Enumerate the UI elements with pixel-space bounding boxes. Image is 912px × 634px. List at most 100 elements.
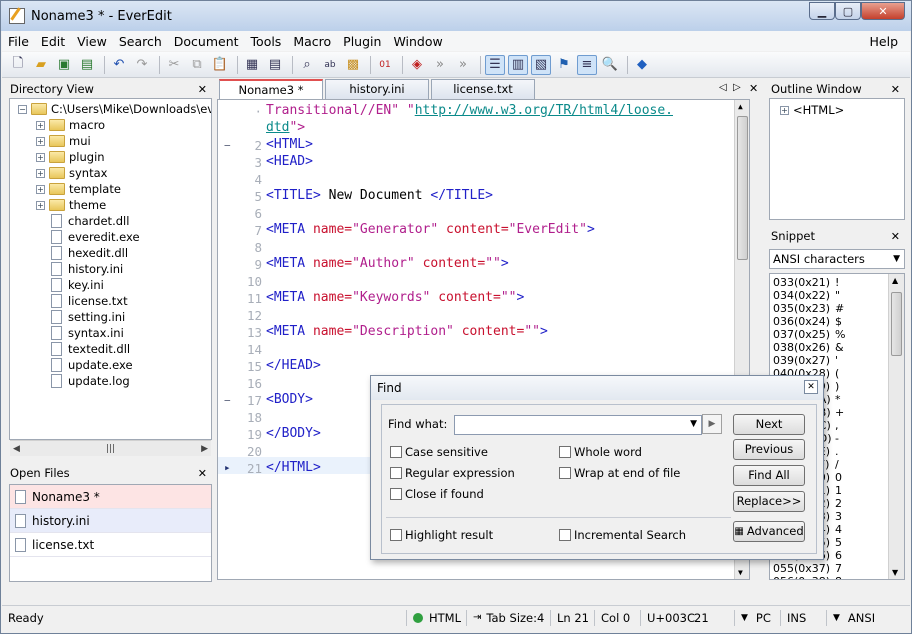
hex-icon[interactable]: 01 (375, 55, 395, 75)
tree-file[interactable]: setting.ini (48, 309, 125, 325)
tab-license-txt[interactable]: license.txt (431, 79, 535, 99)
snippet-category-select[interactable]: ANSI characters ▼ (769, 249, 905, 269)
menu-macro[interactable]: Macro (287, 34, 337, 49)
tree-folder[interactable]: + theme (36, 197, 106, 213)
cut-icon[interactable]: ✂ (164, 55, 184, 75)
previous-button[interactable]: Previous (733, 439, 805, 460)
scroll-up-icon[interactable]: ▲ (892, 276, 898, 285)
expand-icon[interactable]: + (36, 152, 45, 162)
menu-view[interactable]: View (71, 34, 113, 49)
replace-button[interactable]: Replace>> (733, 491, 805, 512)
next-button[interactable]: Next (733, 414, 805, 435)
menu-plugin[interactable]: Plugin (337, 34, 387, 49)
open-file-item[interactable]: Noname3 * (10, 485, 211, 509)
menu-edit[interactable]: Edit (35, 34, 71, 49)
snippet-row[interactable]: 055(0x37) 7 (773, 562, 842, 575)
print-icon[interactable]: ▤ (265, 55, 285, 75)
case-sensitive-checkbox[interactable]: Case sensitive (390, 445, 488, 459)
tree-file[interactable]: history.ini (48, 261, 123, 277)
tree-file[interactable]: hexedit.dll (48, 245, 128, 261)
checkbox-box[interactable] (559, 467, 571, 479)
find-history-arrow-icon[interactable]: ▶ (702, 414, 722, 434)
snippet-row[interactable]: 036(0x24) $ (773, 315, 842, 328)
menu-window[interactable]: Window (387, 34, 448, 49)
status-eol[interactable]: ▼ PC (734, 610, 771, 626)
scroll-down-icon[interactable]: ▼ (892, 568, 898, 577)
print-preview-icon[interactable]: ▦ (242, 55, 262, 75)
snippet-row[interactable]: 035(0x23) # (773, 302, 844, 315)
replace-icon[interactable]: ab (320, 55, 340, 75)
chevron-down-icon[interactable]: ▼ (690, 419, 697, 429)
status-tab-size[interactable]: ⇥ Tab Size:4 (466, 610, 544, 626)
checkbox-box[interactable] (559, 446, 571, 458)
tab-noname3[interactable]: Noname3 * (219, 79, 323, 99)
expand-icon[interactable]: + (36, 200, 45, 210)
directory-tree[interactable]: − C:\Users\Mike\Downloads\everedit + macro… (9, 98, 212, 440)
checkbox-box[interactable] (390, 488, 402, 500)
tree-file[interactable]: textedit.dll (48, 341, 130, 357)
tree-file[interactable]: key.ini (48, 277, 104, 293)
tree-file[interactable]: syntax.ini (48, 325, 124, 341)
snippet-row[interactable]: 037(0x25)% (773, 328, 845, 341)
outline-view-icon[interactable]: ▥ (508, 54, 528, 75)
copy-icon[interactable]: ⧉ (187, 55, 207, 75)
find-all-button[interactable]: Find All (733, 465, 805, 486)
paste-icon[interactable]: 📋 (210, 55, 230, 75)
tree-file[interactable]: update.exe (48, 357, 133, 373)
directory-close-icon[interactable]: ✕ (198, 83, 207, 96)
tree-folder[interactable]: + syntax (36, 165, 107, 181)
checkbox-box[interactable] (390, 467, 402, 479)
snippet-scroll-thumb[interactable] (891, 292, 902, 356)
maximize-button[interactable]: ▢ (835, 2, 861, 20)
checkbox-box[interactable] (390, 529, 402, 541)
scroll-up-icon[interactable]: ▲ (738, 102, 743, 111)
outline-tree[interactable]: + <HTML> (769, 98, 905, 220)
tree-folder[interactable]: + template (36, 181, 121, 197)
scroll-left-icon[interactable]: ◀ (13, 444, 20, 454)
snippet-row[interactable]: 033(0x21)! (773, 276, 839, 289)
scroll-right-icon[interactable]: ▶ (201, 444, 208, 454)
tab-close-icon[interactable]: ✕ (749, 82, 758, 95)
bookmark-icon[interactable]: ⚑ (554, 55, 574, 75)
menu-help[interactable]: Help (864, 34, 905, 49)
save-icon[interactable]: ▣ (54, 55, 74, 75)
open-files-close-icon[interactable]: ✕ (198, 467, 207, 480)
snippet-row[interactable]: 056(0x38) 8 (773, 575, 842, 579)
snippet-view-icon[interactable]: ▧ (531, 54, 551, 75)
expand-icon[interactable]: + (780, 105, 789, 115)
tab-scroll-left-icon[interactable]: ◁ (719, 82, 727, 93)
snippet-vscrollbar[interactable]: ▲ ▼ (888, 274, 904, 579)
menu-file[interactable]: File (2, 34, 35, 49)
tab-scroll-right-icon[interactable]: ▷ (733, 82, 741, 93)
expand-icon[interactable]: + (36, 168, 45, 178)
scroll-grip-icon[interactable]: ||| (106, 444, 115, 454)
tree-file[interactable]: update.log (48, 373, 130, 389)
whole-word-checkbox[interactable]: Whole word (559, 445, 642, 459)
menu-search[interactable]: Search (113, 34, 168, 49)
directory-hscrollbar[interactable]: ◀ ||| ▶ (10, 440, 211, 456)
tab-history-ini[interactable]: history.ini (325, 79, 429, 99)
highlight-checkbox[interactable]: Highlight result (390, 528, 493, 542)
snippet-row[interactable]: 038(0x26) & (773, 341, 844, 354)
outline-close-icon[interactable]: ✕ (891, 83, 900, 96)
tree-file[interactable]: license.txt (48, 293, 128, 309)
incremental-search-checkbox[interactable]: Incremental Search (559, 528, 686, 542)
outline-node[interactable]: + <HTML> (780, 102, 844, 118)
word-wrap-icon[interactable]: ≡ (577, 54, 597, 75)
title-bar[interactable]: Noname3 * - EverEdit ▁ ▢ ✕ (1, 1, 911, 31)
menu-document[interactable]: Document (168, 34, 245, 49)
advanced-button[interactable]: ▦ Advanced (733, 521, 805, 542)
macro-record-icon[interactable]: ◈ (407, 55, 427, 75)
tree-folder[interactable]: + plugin (36, 149, 105, 165)
find-in-files-icon[interactable]: ▩ (343, 55, 363, 75)
minimize-button[interactable]: ▁ (809, 2, 835, 20)
close-if-found-checkbox[interactable]: Close if found (390, 487, 484, 501)
open-file-item[interactable]: license.txt (10, 533, 211, 557)
directory-view-icon[interactable]: ☰ (485, 54, 505, 75)
tree-file[interactable]: everedit.exe (48, 229, 140, 245)
find-close-icon[interactable]: ✕ (804, 380, 818, 394)
new-file-icon[interactable]: 🗋 (8, 55, 28, 75)
open-folder-icon[interactable]: ▰ (31, 55, 51, 75)
snippet-row[interactable]: 034(0x22) " (773, 289, 840, 302)
plugin-icon[interactable]: ◆ (632, 55, 652, 75)
